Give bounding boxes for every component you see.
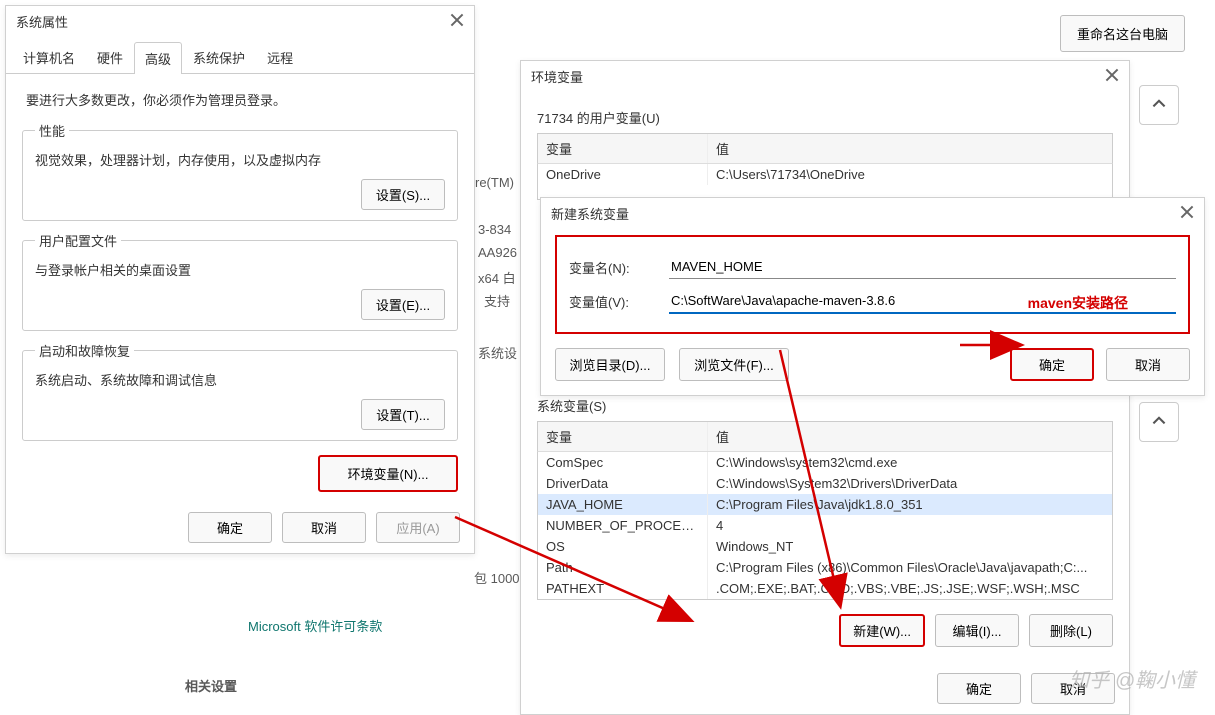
- bg-text: 3-834: [478, 222, 511, 237]
- table-row: PathC:\Program Files (x86)\Common Files\…: [538, 557, 1112, 578]
- var-value-label: 变量值(V):: [569, 292, 649, 311]
- bg-text: re(TM): [475, 175, 514, 190]
- sys-vars-label: 系统变量(S): [537, 396, 1113, 415]
- sys-delete-button[interactable]: 删除(L): [1029, 614, 1113, 647]
- sysprops-ok-button[interactable]: 确定: [188, 512, 272, 543]
- bg-text: 系统设: [478, 343, 517, 362]
- admin-note: 要进行大多数更改，你必须作为管理员登录。: [26, 90, 458, 109]
- sys-table-body[interactable]: ComSpecC:\Windows\system32\cmd.exe Drive…: [537, 452, 1113, 600]
- bg-text: 支持: [484, 291, 510, 310]
- performance-group: 性能 视觉效果，处理器计划，内存使用，以及虚拟内存 设置(S)...: [22, 121, 458, 221]
- browse-file-button[interactable]: 浏览文件(F)...: [679, 348, 789, 381]
- var-name-label: 变量名(N):: [569, 258, 649, 277]
- startup-title: 启动和故障恢复: [35, 341, 134, 360]
- perf-desc: 视觉效果，处理器计划，内存使用，以及虚拟内存: [35, 150, 445, 169]
- envdlg-title: 环境变量: [531, 67, 583, 86]
- close-icon[interactable]: [1180, 205, 1194, 222]
- col-var: 变量: [538, 422, 708, 451]
- tab-system-protection[interactable]: 系统保护: [182, 41, 256, 73]
- related-settings-label: 相关设置: [185, 676, 237, 695]
- tab-remote[interactable]: 远程: [256, 41, 304, 73]
- newvar-cancel-button[interactable]: 取消: [1106, 348, 1190, 381]
- newvar-ok-button[interactable]: 确定: [1010, 348, 1094, 381]
- newvar-title: 新建系统变量: [551, 204, 629, 223]
- perf-title: 性能: [35, 121, 69, 140]
- table-row: ComSpecC:\Windows\system32\cmd.exe: [538, 452, 1112, 473]
- bg-text: 包 1000: [474, 568, 520, 587]
- sys-new-button[interactable]: 新建(W)...: [839, 614, 925, 647]
- table-row: NUMBER_OF_PROCESSORS4: [538, 515, 1112, 536]
- sys-edit-button[interactable]: 编辑(I)...: [935, 614, 1019, 647]
- col-val: 值: [708, 134, 1112, 163]
- user-table-body[interactable]: OneDriveC:\Users\71734\OneDrive: [537, 164, 1113, 200]
- env-vars-button[interactable]: 环境变量(N)...: [318, 455, 458, 492]
- profile-desc: 与登录帐户相关的桌面设置: [35, 260, 445, 279]
- browse-dir-button[interactable]: 浏览目录(D)...: [555, 348, 665, 381]
- col-val: 值: [708, 422, 1112, 451]
- new-system-variable-dialog: 新建系统变量 变量名(N): 变量值(V): maven安装路径 浏览目录(D)…: [540, 197, 1205, 396]
- tab-advanced[interactable]: 高级: [134, 42, 182, 74]
- system-properties-window: 系统属性 计算机名 硬件 高级 系统保护 远程 要进行大多数更改，你必须作为管理…: [5, 5, 475, 554]
- user-vars-label: 71734 的用户变量(U): [537, 108, 1113, 127]
- bg-text: AA926: [478, 245, 517, 260]
- envdlg-ok-button[interactable]: 确定: [937, 673, 1021, 704]
- perf-settings-button[interactable]: 设置(S)...: [361, 179, 445, 210]
- startup-group: 启动和故障恢复 系统启动、系统故障和调试信息 设置(T)...: [22, 341, 458, 441]
- table-row: DriverDataC:\Windows\System32\Drivers\Dr…: [538, 473, 1112, 494]
- sysprops-cancel-button[interactable]: 取消: [282, 512, 366, 543]
- tab-computer-name[interactable]: 计算机名: [12, 41, 86, 73]
- startup-desc: 系统启动、系统故障和调试信息: [35, 370, 445, 389]
- sysprops-tabs: 计算机名 硬件 高级 系统保护 远程: [6, 41, 474, 74]
- profile-title: 用户配置文件: [35, 231, 121, 250]
- user-table-header: 变量 值: [537, 133, 1113, 164]
- sys-table-header: 变量 值: [537, 421, 1113, 452]
- chevron-box-1[interactable]: [1139, 85, 1179, 125]
- close-icon[interactable]: [450, 13, 464, 30]
- table-row: JAVA_HOMEC:\Program Files\Java\jdk1.8.0_…: [538, 494, 1112, 515]
- sysprops-apply-button[interactable]: 应用(A): [376, 512, 460, 543]
- bg-text: x64 白: [478, 268, 516, 287]
- user-profile-group: 用户配置文件 与登录帐户相关的桌面设置 设置(E)...: [22, 231, 458, 331]
- tab-hardware[interactable]: 硬件: [86, 41, 134, 73]
- sysprops-title: 系统属性: [16, 12, 68, 31]
- chevron-box-2[interactable]: [1139, 402, 1179, 442]
- ms-license-link[interactable]: Microsoft 软件许可条款: [248, 616, 382, 635]
- col-var: 变量: [538, 134, 708, 163]
- rename-pc-button[interactable]: 重命名这台电脑: [1060, 15, 1185, 52]
- profile-settings-button[interactable]: 设置(E)...: [361, 289, 445, 320]
- var-name-input[interactable]: [669, 255, 1176, 279]
- table-row: PATHEXT.COM;.EXE;.BAT;.CMD;.VBS;.VBE;.JS…: [538, 578, 1112, 599]
- close-icon[interactable]: [1105, 68, 1119, 85]
- envdlg-cancel-button[interactable]: 取消: [1031, 673, 1115, 704]
- startup-settings-button[interactable]: 设置(T)...: [361, 399, 445, 430]
- table-row: OSWindows_NT: [538, 536, 1112, 557]
- maven-path-note: maven安装路径: [1028, 293, 1128, 313]
- table-row: OneDriveC:\Users\71734\OneDrive: [538, 164, 1112, 185]
